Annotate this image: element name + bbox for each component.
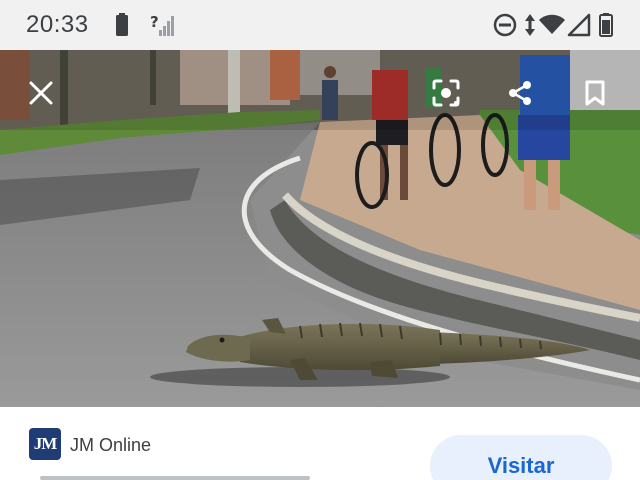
battery-icon	[599, 13, 613, 37]
status-bar: 20:33 ?	[0, 0, 640, 50]
lens-search-button[interactable]	[423, 70, 469, 116]
close-icon	[29, 81, 53, 105]
share-icon	[509, 81, 531, 105]
alligator-street-photo	[0, 50, 640, 407]
visit-button[interactable]: Visitar	[430, 435, 612, 480]
do-not-disturb-icon	[493, 13, 517, 37]
lens-search-icon	[432, 79, 460, 107]
save-button[interactable]	[572, 70, 618, 116]
headline-fragment	[40, 471, 310, 480]
data-transfer-icon	[525, 14, 535, 36]
svg-text:?: ?	[150, 13, 159, 31]
battery-saver-icon	[116, 13, 128, 36]
close-button[interactable]	[18, 70, 64, 116]
bookmark-icon	[585, 80, 605, 106]
source-logo: JM	[29, 428, 61, 460]
share-button[interactable]	[497, 70, 543, 116]
cell-signal-icon	[567, 13, 591, 37]
status-time: 20:33	[26, 11, 89, 38]
wifi-icon	[539, 14, 565, 34]
image-viewer[interactable]	[0, 50, 640, 407]
source-name[interactable]: JM Online	[70, 435, 151, 456]
mobile-signal-unknown-icon: ?	[150, 13, 174, 36]
